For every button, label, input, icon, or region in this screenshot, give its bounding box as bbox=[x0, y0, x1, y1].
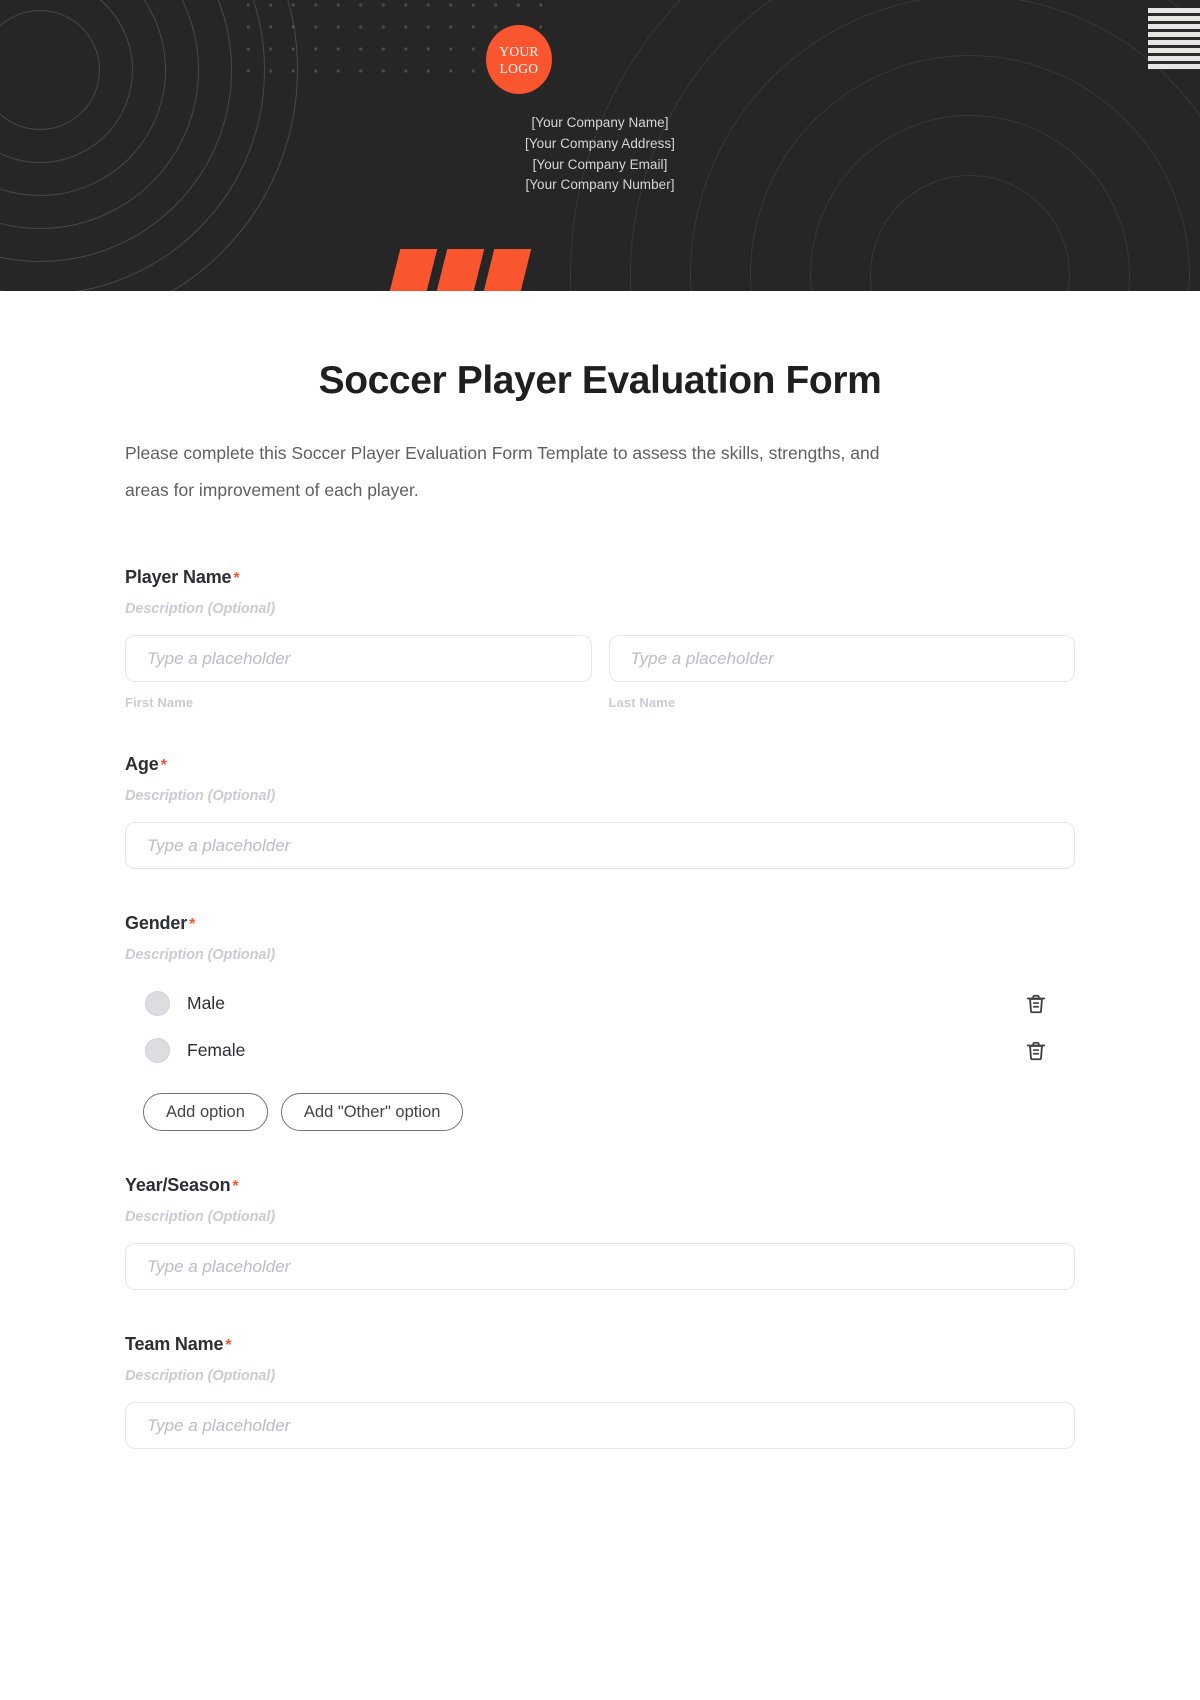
label-text: Year/Season bbox=[125, 1175, 231, 1195]
field-gender: Gender * Description (Optional) Male Fema… bbox=[125, 913, 1075, 1131]
company-name: [Your Company Name] bbox=[531, 115, 669, 130]
gender-add-option-row: Add option Add "Other" option bbox=[125, 1093, 1075, 1131]
company-number: [Your Company Number] bbox=[525, 177, 675, 193]
logo-line-2: LOGO bbox=[499, 60, 539, 76]
first-name-input[interactable] bbox=[125, 635, 592, 682]
last-name-sublabel: Last Name bbox=[608, 695, 676, 710]
team-name-input[interactable] bbox=[125, 1402, 1075, 1449]
radio-button-icon[interactable] bbox=[145, 991, 170, 1016]
page-header-banner: YOUR LOGO [Your Company Name] [Your Comp… bbox=[0, 0, 1200, 291]
trash-icon[interactable] bbox=[1025, 1039, 1047, 1063]
barcode-stripes-decoration bbox=[1148, 8, 1200, 70]
required-asterisk: * bbox=[233, 570, 240, 587]
field-label-age: Age * bbox=[125, 754, 1075, 775]
field-description-gender: Description (Optional) bbox=[125, 947, 276, 963]
last-name-wrap bbox=[608, 635, 1075, 682]
required-asterisk: * bbox=[189, 916, 196, 933]
slash-3 bbox=[483, 249, 532, 291]
required-asterisk: * bbox=[225, 1337, 232, 1354]
field-description-player-name: Description (Optional) bbox=[125, 601, 276, 617]
form-description: Please complete this Soccer Player Evalu… bbox=[125, 443, 880, 500]
radio-option-label: Male bbox=[187, 993, 225, 1013]
form-body: Soccer Player Evaluation Form Please com… bbox=[0, 359, 1200, 1449]
field-description-year-season: Description (Optional) bbox=[125, 1209, 276, 1225]
player-name-sublabels: First Name Last Name bbox=[125, 695, 1075, 710]
label-text: Age bbox=[125, 754, 159, 774]
field-label-player-name: Player Name * bbox=[125, 567, 1075, 588]
required-asterisk: * bbox=[232, 1178, 239, 1195]
radio-option-label: Female bbox=[187, 1040, 246, 1060]
slash-2 bbox=[436, 249, 485, 291]
field-player-name: Player Name* Description (Optional) Firs… bbox=[125, 567, 1075, 710]
field-team-name: Team Name * Description (Optional) bbox=[125, 1334, 1075, 1449]
player-name-input-row bbox=[125, 635, 1075, 682]
first-name-sublabel: First Name bbox=[125, 695, 194, 710]
radio-option-female[interactable]: Female bbox=[125, 1038, 1075, 1063]
year-season-input[interactable] bbox=[125, 1243, 1075, 1290]
orange-slash-decoration bbox=[389, 249, 532, 291]
field-age: Age * Description (Optional) bbox=[125, 754, 1075, 869]
required-asterisk: * bbox=[160, 757, 167, 774]
team-name-input-row bbox=[125, 1402, 1075, 1449]
radio-button-icon[interactable] bbox=[145, 1038, 170, 1063]
last-name-input[interactable] bbox=[608, 635, 1075, 682]
page-title: Soccer Player Evaluation Form bbox=[318, 359, 882, 402]
company-address: [Your Company Address] bbox=[525, 135, 675, 151]
logo-line-1: YOUR bbox=[499, 43, 539, 59]
age-input-row bbox=[125, 822, 1075, 869]
field-year-season: Year/Season * Description (Optional) bbox=[125, 1175, 1075, 1290]
first-name-wrap bbox=[125, 635, 592, 682]
radio-option-male[interactable]: Male bbox=[125, 991, 1075, 1016]
add-option-button[interactable]: Add option bbox=[143, 1093, 268, 1131]
company-contact-block: [Your Company Name] [Your Company Addres… bbox=[0, 113, 1200, 196]
add-other-option-button[interactable]: Add "Other" option bbox=[280, 1093, 464, 1131]
slash-1 bbox=[389, 249, 438, 291]
field-label-gender: Gender * bbox=[125, 913, 1075, 934]
field-description-age: Description (Optional) bbox=[125, 788, 276, 804]
field-label-year-season: Year/Season * bbox=[125, 1175, 1075, 1196]
field-description-team-name: Description (Optional) bbox=[125, 1368, 276, 1384]
label-text: Team Name bbox=[125, 1334, 224, 1354]
age-input[interactable] bbox=[125, 822, 1075, 869]
field-label-team-name: Team Name * bbox=[125, 1334, 1075, 1355]
company-logo: YOUR LOGO bbox=[486, 25, 552, 94]
company-email: [Your Company Email] bbox=[532, 156, 668, 172]
label-text: Gender bbox=[125, 913, 188, 933]
trash-icon[interactable] bbox=[1025, 992, 1047, 1016]
label-text: Player Name bbox=[125, 567, 232, 587]
year-season-input-row bbox=[125, 1243, 1075, 1290]
